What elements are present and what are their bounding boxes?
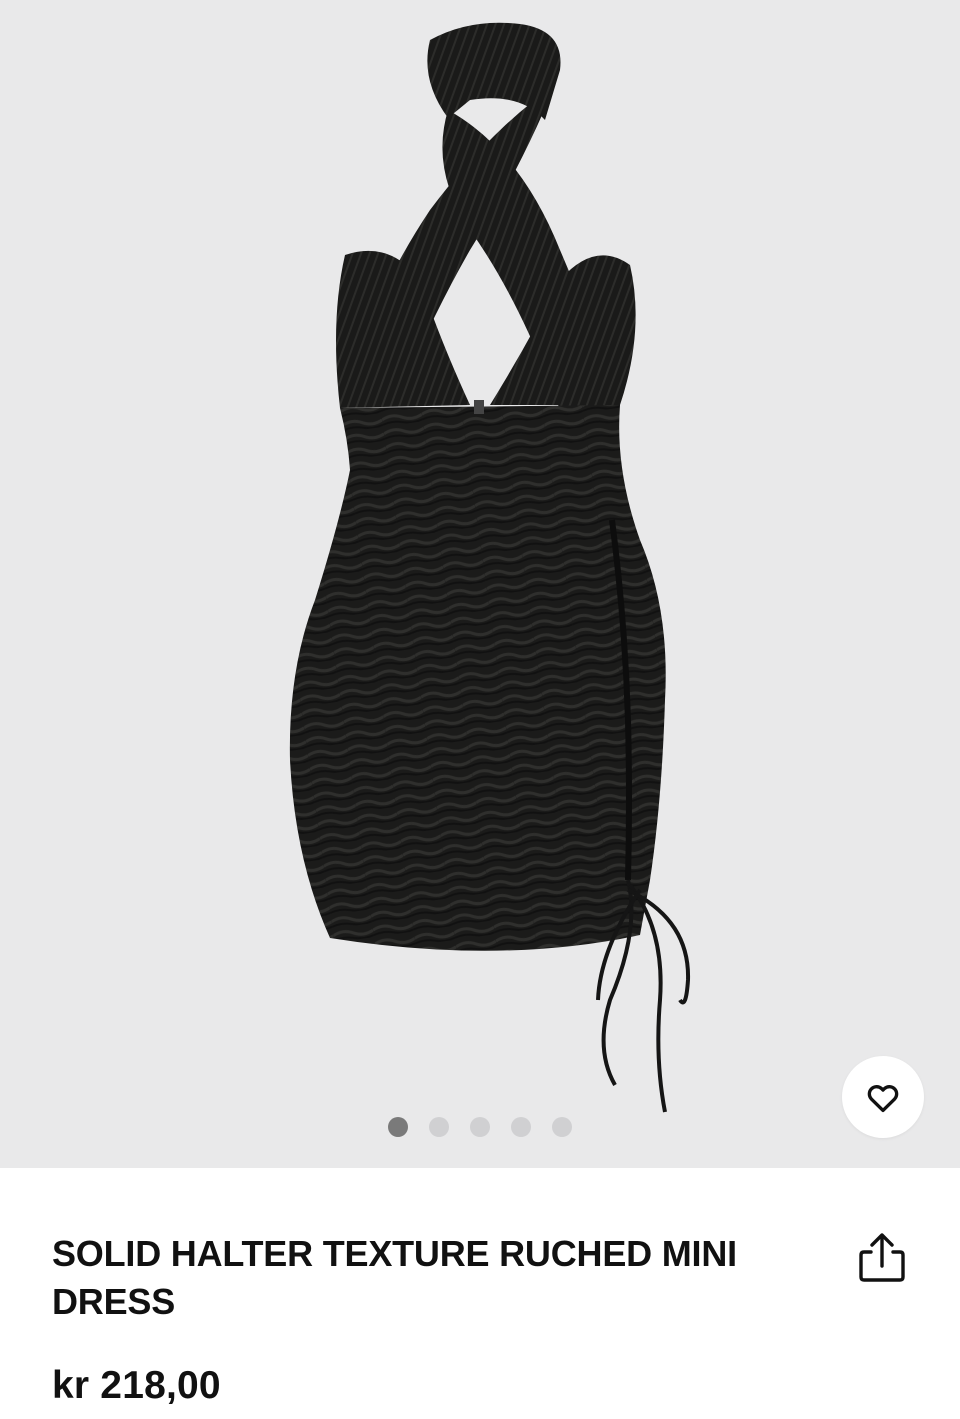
gallery-dot-1[interactable] <box>388 1117 408 1137</box>
product-info: SOLID HALTER TEXTURE RUCHED MINI DRESS k… <box>0 1168 960 1419</box>
gallery-dot-3[interactable] <box>470 1117 490 1137</box>
heart-icon <box>867 1085 899 1113</box>
product-gallery[interactable] <box>0 0 960 1168</box>
product-title: SOLID HALTER TEXTURE RUCHED MINI DRESS <box>52 1233 737 1322</box>
gallery-dot-5[interactable] <box>552 1117 572 1137</box>
gallery-pagination <box>388 1117 572 1137</box>
share-icon <box>859 1233 905 1282</box>
gallery-dot-4[interactable] <box>511 1117 531 1137</box>
wishlist-button[interactable] <box>842 1056 924 1138</box>
product-price: kr 218,00 <box>52 1364 221 1407</box>
share-button[interactable] <box>852 1228 912 1288</box>
product-image[interactable] <box>0 0 960 1168</box>
gallery-dot-2[interactable] <box>429 1117 449 1137</box>
